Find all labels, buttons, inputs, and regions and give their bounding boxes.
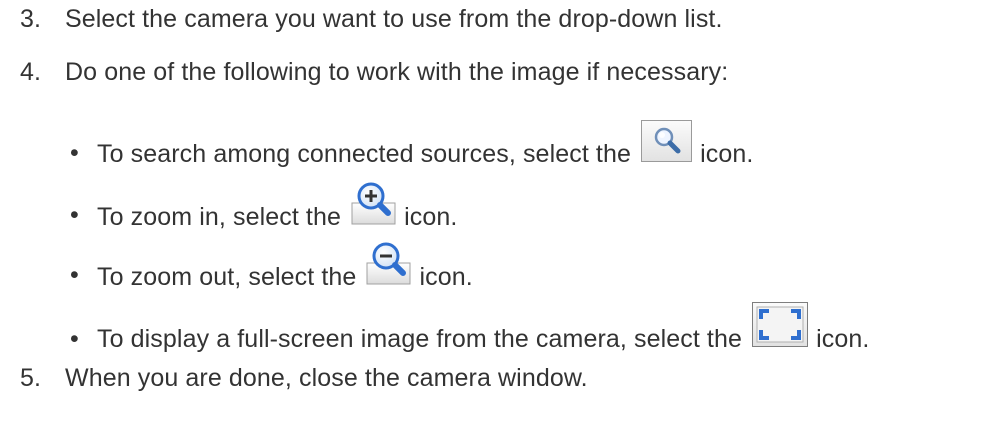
bullet-text: To search among connected sources, selec… <box>97 120 753 169</box>
bullet-text-after: icon. <box>700 140 754 168</box>
step-number: 4. <box>20 58 42 86</box>
full-screen-icon <box>752 302 809 347</box>
step-text: Select the camera you want to use from t… <box>65 5 723 33</box>
bullet-text-after: icon. <box>816 325 870 353</box>
bullet-marker: • <box>70 139 79 167</box>
bullet-marker: • <box>70 325 79 353</box>
bullet-text-before: To search among connected sources, selec… <box>97 140 631 168</box>
bullet-text-before: To zoom out, select the <box>97 263 357 291</box>
bullet-marker: • <box>70 261 79 289</box>
bullet-text-before: To display a full-screen image from the … <box>97 325 742 353</box>
bullet-text: To display a full-screen image from the … <box>97 302 869 354</box>
step-number: 5. <box>20 364 42 392</box>
search-icon <box>641 120 693 162</box>
bullet-marker: • <box>70 201 79 229</box>
bullet-text: To zoom in, select the icon. <box>97 180 457 232</box>
step-number: 3. <box>20 5 42 33</box>
bullet-text-after: icon. <box>404 203 458 231</box>
zoom-in-icon <box>351 180 396 225</box>
step-text: Do one of the following to work with the… <box>65 58 729 86</box>
step-text: When you are done, close the camera wind… <box>65 364 588 392</box>
bullet-text-before: To zoom in, select the <box>97 203 341 231</box>
bullet-text-after: icon. <box>419 263 473 291</box>
bullet-text: To zoom out, select the icon. <box>97 240 473 292</box>
zoom-out-icon <box>366 240 411 285</box>
